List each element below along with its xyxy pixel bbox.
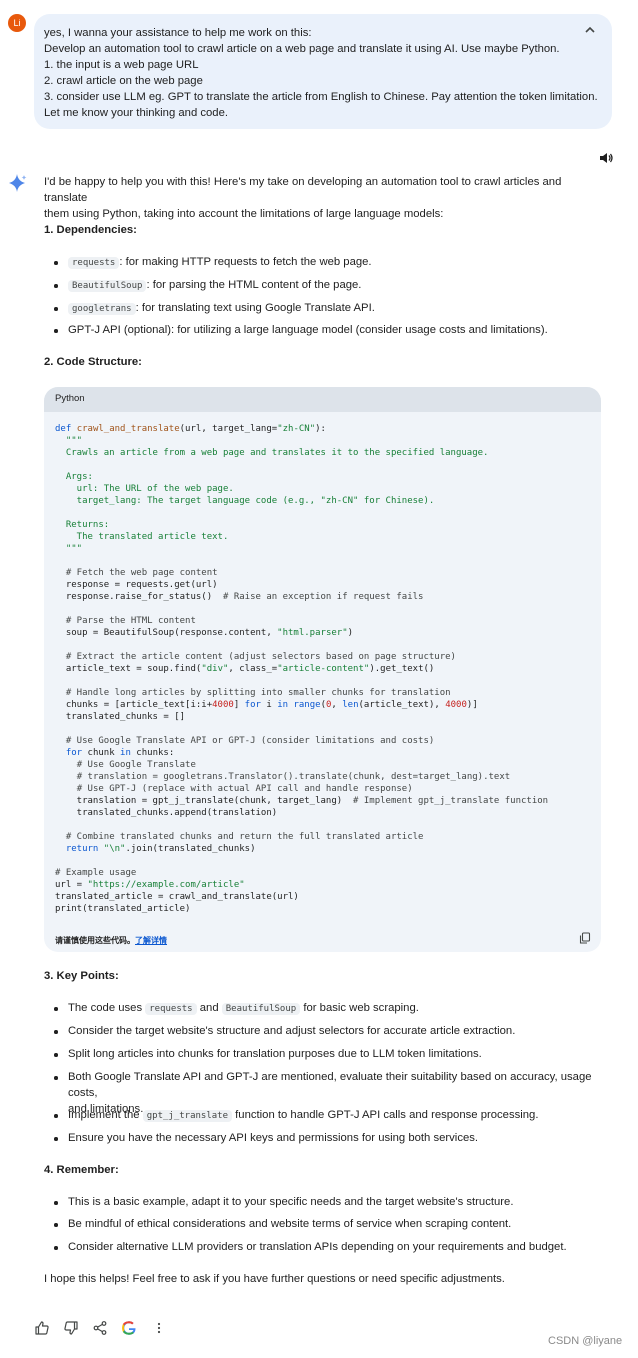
bullet (54, 1223, 58, 1227)
share-icon[interactable] (92, 1320, 108, 1336)
learn-more-link[interactable]: 了解详情 (135, 936, 167, 945)
user-prompt-bubble: yes, I wanna your assistance to help me … (34, 14, 612, 129)
list-item: Consider the target website's structure … (54, 1023, 604, 1039)
thumbs-down-icon[interactable] (63, 1320, 79, 1336)
inline-code: BeautifulSoup (221, 1003, 301, 1015)
bullet (54, 1137, 58, 1141)
list-item-text: The code uses (68, 1002, 146, 1014)
list-item-text: Be mindful of ethical considerations and… (68, 1218, 512, 1230)
bullet (54, 329, 58, 333)
bullet (54, 1246, 58, 1250)
list-item-text: function to handle GPT-J API calls and r… (232, 1109, 539, 1121)
bullet (54, 1053, 58, 1057)
list-item: Be mindful of ethical considerations and… (54, 1216, 604, 1232)
list-item: googletrans: for translating text using … (54, 300, 604, 317)
prompt-line: yes, I wanna your assistance to help me … (44, 27, 312, 39)
intro-line: I'd be happy to help you with this! Here… (44, 176, 562, 204)
list-item: Split long articles into chunks for tran… (54, 1046, 604, 1062)
response-closing: I hope this helps! Feel free to ask if y… (44, 1273, 505, 1285)
code-block: Python def crawl_and_translate(url, targ… (44, 387, 601, 952)
list-item-text: : for parsing the HTML content of the pa… (146, 279, 362, 291)
prompt-line: Develop an automation tool to crawl arti… (44, 43, 560, 55)
code-block-header: Python (44, 387, 601, 412)
prompt-line: 1. the input is a web page URL (44, 59, 199, 71)
list-item-text: GPT-J API (optional): for utilizing a la… (68, 324, 548, 336)
list-item: GPT-J API (optional): for utilizing a la… (54, 322, 604, 338)
list-item: This is a basic example, adapt it to you… (54, 1194, 604, 1210)
bullet (54, 1007, 58, 1011)
bullet (54, 284, 58, 288)
chevron-up-icon[interactable] (580, 20, 600, 40)
section-heading-dependencies: 1. Dependencies: (44, 224, 137, 236)
list-item-text: : for making HTTP requests to fetch the … (119, 256, 372, 268)
thumbs-up-icon[interactable] (34, 1320, 50, 1336)
inline-code: googletrans (68, 303, 136, 315)
more-vert-icon[interactable] (151, 1320, 167, 1336)
list-item-text: and (196, 1002, 222, 1014)
response-intro: I'd be happy to help you with this! Here… (44, 174, 604, 222)
google-icon[interactable] (121, 1320, 137, 1336)
list-item-text: Consider the target website's structure … (68, 1025, 516, 1037)
intro-line: them using Python, taking into account t… (44, 208, 444, 220)
section-heading-key-points: 3. Key Points: (44, 970, 119, 982)
bullet (54, 1114, 58, 1118)
list-item-text: Ensure you have the necessary API keys a… (68, 1132, 479, 1144)
prompt-line: 3. consider use LLM eg. GPT to translate… (44, 91, 598, 103)
list-item: BeautifulSoup: for parsing the HTML cont… (54, 277, 604, 294)
list-item: The code uses requests and BeautifulSoup… (54, 1000, 604, 1017)
list-item-text: Consider alternative LLM providers or tr… (68, 1241, 567, 1253)
inline-code: BeautifulSoup (68, 280, 147, 292)
list-item-text: for basic web scraping. (300, 1002, 419, 1014)
gemini-sparkle-icon (9, 174, 27, 192)
prompt-line: 2. crawl article on the web page (44, 75, 203, 87)
list-item: Ensure you have the necessary API keys a… (54, 1130, 604, 1146)
watermark: CSDN @liyane (548, 1335, 623, 1347)
section-heading-code-structure: 2. Code Structure: (44, 356, 142, 368)
bullet (54, 307, 58, 311)
prompt-line: Let me know your thinking and code. (44, 107, 228, 119)
bullet (54, 1201, 58, 1205)
list-item: Implement the gpt_j_translate function t… (54, 1107, 604, 1124)
bullet (54, 1076, 58, 1080)
list-item: Consider alternative LLM providers or tr… (54, 1239, 604, 1255)
list-item-text: This is a basic example, adapt it to you… (68, 1196, 514, 1208)
code-language-label: Python (55, 393, 85, 404)
inline-code: requests (68, 257, 120, 269)
list-item-text: Implement the (68, 1109, 143, 1121)
user-avatar[interactable]: Li (8, 14, 26, 32)
inline-code: gpt_j_translate (142, 1110, 233, 1122)
list-item-text: Both Google Translate API and GPT-J are … (68, 1071, 592, 1099)
section-heading-remember: 4. Remember: (44, 1164, 119, 1176)
speaker-icon[interactable] (598, 150, 614, 166)
list-item-text: : for translating text using Google Tran… (135, 302, 375, 314)
bullet (54, 261, 58, 265)
code-disclaimer-text: 请谨慎使用这些代码。 (55, 936, 135, 945)
bullet (54, 1030, 58, 1034)
code-disclaimer: 请谨慎使用这些代码。了解详情 (55, 935, 167, 946)
list-item-text: Split long articles into chunks for tran… (68, 1048, 482, 1060)
inline-code: requests (145, 1003, 197, 1015)
copy-icon[interactable] (579, 932, 591, 944)
list-item: requests: for making HTTP requests to fe… (54, 254, 604, 271)
code-content[interactable]: def crawl_and_translate(url, target_lang… (55, 423, 548, 915)
